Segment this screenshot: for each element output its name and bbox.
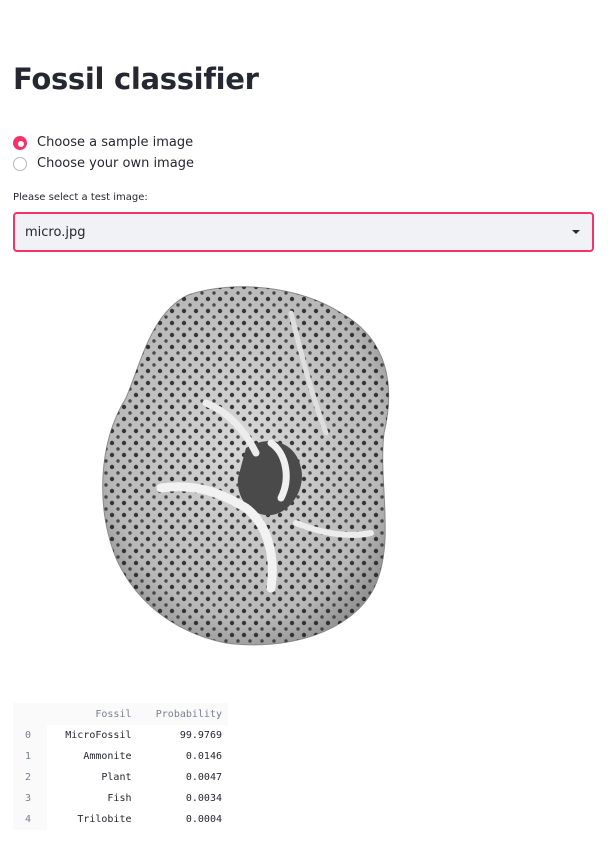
table-header-probability: Probability [155, 708, 222, 720]
table-header-fossil: Fossil [95, 708, 132, 720]
table-row: 3 Fish 0.0034 [13, 788, 228, 809]
fossil-image [102, 286, 390, 646]
table-row: 2 Plant 0.0047 [13, 767, 228, 788]
caret-down-icon[interactable] [572, 230, 580, 234]
probability-cell: 0.0146 [137, 746, 228, 767]
table-row: 4 Trilobite 0.0004 [13, 809, 228, 830]
radio-selected-icon[interactable] [13, 135, 27, 150]
radio-label-own: Choose your own image [37, 156, 194, 171]
fossil-cell: MicroFossil [47, 725, 138, 746]
select-value: micro.jpg [25, 224, 86, 240]
table-header-row: Fossil Probability [13, 703, 228, 725]
test-image-select[interactable]: micro.jpg [13, 212, 594, 252]
fossil-cell: Plant [47, 767, 138, 788]
radio-label-sample: Choose a sample image [37, 135, 194, 150]
probability-cell: 99.9769 [137, 725, 228, 746]
row-index: 4 [13, 809, 47, 830]
results-table: Fossil Probability 0 MicroFossil 99.9769… [13, 703, 228, 830]
row-index: 2 [13, 767, 47, 788]
table-header-index [13, 703, 47, 725]
table-row: 1 Ammonite 0.0146 [13, 746, 228, 767]
row-index: 0 [13, 725, 47, 746]
fossil-cell: Trilobite [47, 809, 138, 830]
radio-option-sample[interactable]: Choose a sample image [13, 132, 194, 153]
fossil-cell: Fish [47, 788, 138, 809]
row-index: 1 [13, 746, 47, 767]
radio-option-own[interactable]: Choose your own image [13, 153, 194, 174]
page-title: Fossil classifier [13, 62, 259, 96]
row-index: 3 [13, 788, 47, 809]
image-source-radio-group: Choose a sample image Choose your own im… [13, 132, 194, 174]
select-label: Please select a test image: [13, 192, 148, 203]
table-row: 0 MicroFossil 99.9769 [13, 725, 228, 746]
probability-cell: 0.0047 [137, 767, 228, 788]
probability-cell: 0.0034 [137, 788, 228, 809]
fossil-cell: Ammonite [47, 746, 138, 767]
radio-unselected-icon[interactable] [13, 156, 27, 171]
probability-cell: 0.0004 [137, 809, 228, 830]
